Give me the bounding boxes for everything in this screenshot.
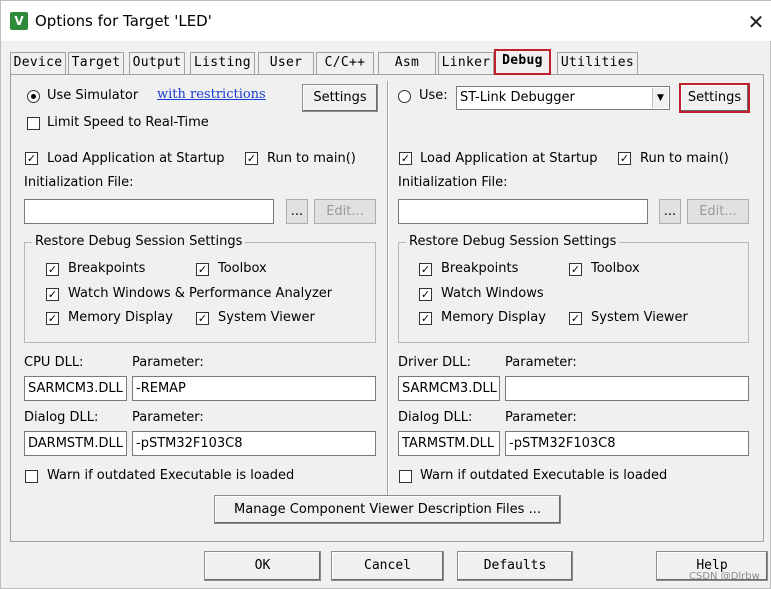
system-viewer-checkbox-left[interactable]: ✓	[196, 312, 209, 325]
watch-windows-checkbox-right[interactable]: ✓	[419, 288, 432, 301]
cpu-dll-label: CPU DLL:	[24, 355, 84, 370]
dialog-param-input-right[interactable]: -pSTM32F103C8	[505, 431, 749, 456]
manage-component-viewer-button[interactable]: Manage Component Viewer Description File…	[214, 495, 561, 524]
watch-windows-checkbox-left[interactable]: ✓	[46, 288, 59, 301]
with-restrictions-link[interactable]: with restrictions	[157, 87, 266, 102]
csdn-watermark: CSDN @Dlrbw	[689, 571, 760, 582]
breakpoints-label-left: Breakpoints	[68, 261, 146, 276]
window-title: Options for Target 'LED'	[35, 12, 212, 30]
init-file-label-right: Initialization File:	[398, 175, 508, 190]
tab-asm[interactable]: Asm	[378, 52, 436, 74]
defaults-button[interactable]: Defaults	[457, 551, 573, 581]
options-dialog: V Options for Target 'LED' ✕ Device Targ…	[0, 0, 771, 589]
limit-speed-label: Limit Speed to Real-Time	[47, 115, 209, 130]
close-icon[interactable]: ✕	[743, 9, 769, 35]
column-divider	[387, 81, 389, 501]
load-app-checkbox-right[interactable]: ✓	[399, 152, 412, 165]
driver-dll-label: Driver DLL:	[398, 355, 472, 370]
toolbox-label-right: Toolbox	[591, 261, 640, 276]
debugger-select[interactable]: ST-Link Debugger ▼	[456, 86, 670, 110]
tab-device[interactable]: Device	[10, 52, 66, 74]
toolbox-checkbox-right[interactable]: ✓	[569, 263, 582, 276]
init-file-edit-button-left[interactable]: Edit...	[314, 199, 376, 224]
driver-param-input[interactable]	[505, 376, 749, 401]
title-bar: V Options for Target 'LED' ✕	[1, 1, 771, 41]
radio-selected-dot	[31, 94, 36, 99]
tab-debug[interactable]: Debug	[494, 49, 551, 75]
toolbox-label-left: Toolbox	[218, 261, 267, 276]
dialog-dll-input-left[interactable]: DARMSTM.DLL	[24, 431, 127, 456]
system-viewer-label-left: System Viewer	[218, 310, 315, 325]
run-to-main-checkbox-left[interactable]: ✓	[245, 152, 258, 165]
run-to-main-label-right: Run to main()	[640, 151, 729, 166]
warn-outdated-label-right: Warn if outdated Executable is loaded	[420, 468, 668, 483]
debugger-settings-button[interactable]: Settings	[679, 83, 750, 113]
load-app-label-right: Load Application at Startup	[420, 151, 598, 166]
breakpoints-checkbox-left[interactable]: ✓	[46, 263, 59, 276]
init-file-edit-button-right[interactable]: Edit...	[687, 199, 749, 224]
driver-param-label: Parameter:	[505, 355, 577, 370]
warn-outdated-label-left: Warn if outdated Executable is loaded	[47, 468, 295, 483]
load-app-checkbox-left[interactable]: ✓	[25, 152, 38, 165]
run-to-main-label-left: Run to main()	[267, 151, 356, 166]
warn-outdated-checkbox-right[interactable]	[399, 470, 412, 483]
system-viewer-label-right: System Viewer	[591, 310, 688, 325]
init-file-label-left: Initialization File:	[24, 175, 134, 190]
dialog-dll-label-right: Dialog DLL:	[398, 410, 473, 425]
init-file-browse-button-left[interactable]: ...	[286, 199, 308, 224]
keil-app-icon: V	[10, 12, 28, 30]
tab-utilities[interactable]: Utilities	[557, 52, 638, 74]
limit-speed-checkbox[interactable]	[27, 117, 40, 130]
dialog-param-input-left[interactable]: -pSTM32F103C8	[132, 431, 376, 456]
breakpoints-checkbox-right[interactable]: ✓	[419, 263, 432, 276]
dialog-dll-label-left: Dialog DLL:	[24, 410, 99, 425]
ok-button[interactable]: OK	[204, 551, 321, 581]
init-file-browse-button-right[interactable]: ...	[659, 199, 681, 224]
toolbox-checkbox-left[interactable]: ✓	[196, 263, 209, 276]
cancel-button[interactable]: Cancel	[331, 551, 444, 581]
init-file-input-left[interactable]	[24, 199, 274, 224]
watch-windows-label-right: Watch Windows	[441, 286, 544, 301]
chevron-down-icon[interactable]: ▼	[652, 88, 668, 108]
memory-display-checkbox-right[interactable]: ✓	[419, 312, 432, 325]
run-to-main-checkbox-right[interactable]: ✓	[618, 152, 631, 165]
cpu-param-label: Parameter:	[132, 355, 204, 370]
use-debugger-label: Use:	[419, 88, 448, 103]
memory-display-label-right: Memory Display	[441, 310, 546, 325]
system-viewer-checkbox-right[interactable]: ✓	[569, 312, 582, 325]
cpu-dll-input[interactable]: SARMCM3.DLL	[24, 376, 127, 401]
use-simulator-radio[interactable]	[27, 90, 40, 103]
driver-dll-input[interactable]: SARMCM3.DLL	[398, 376, 500, 401]
warn-outdated-checkbox-left[interactable]	[25, 470, 38, 483]
load-app-label-left: Load Application at Startup	[47, 151, 225, 166]
breakpoints-label-right: Breakpoints	[441, 261, 519, 276]
tab-listing[interactable]: Listing	[190, 52, 255, 74]
memory-display-label-left: Memory Display	[68, 310, 173, 325]
watch-windows-label-left: Watch Windows & Performance Analyzer	[68, 286, 333, 301]
use-simulator-label: Use Simulator	[47, 88, 139, 103]
restore-settings-title-left: Restore Debug Session Settings	[32, 234, 246, 249]
tab-target[interactable]: Target	[68, 52, 124, 74]
tab-output[interactable]: Output	[129, 52, 185, 74]
debugger-select-value: ST-Link Debugger	[460, 90, 575, 105]
memory-display-checkbox-left[interactable]: ✓	[46, 312, 59, 325]
cpu-param-input[interactable]: -REMAP	[132, 376, 376, 401]
dialog-dll-input-right[interactable]: TARMSTM.DLL	[398, 431, 500, 456]
simulator-settings-button[interactable]: Settings	[302, 84, 378, 112]
init-file-input-right[interactable]	[398, 199, 648, 224]
dialog-param-label-left: Parameter:	[132, 410, 204, 425]
dialog-param-label-right: Parameter:	[505, 410, 577, 425]
tab-c-cpp[interactable]: C/C++	[316, 52, 374, 74]
use-debugger-radio[interactable]	[398, 90, 411, 103]
restore-settings-title-right: Restore Debug Session Settings	[406, 234, 620, 249]
tab-linker[interactable]: Linker	[438, 52, 494, 74]
tab-user[interactable]: User	[258, 52, 314, 74]
